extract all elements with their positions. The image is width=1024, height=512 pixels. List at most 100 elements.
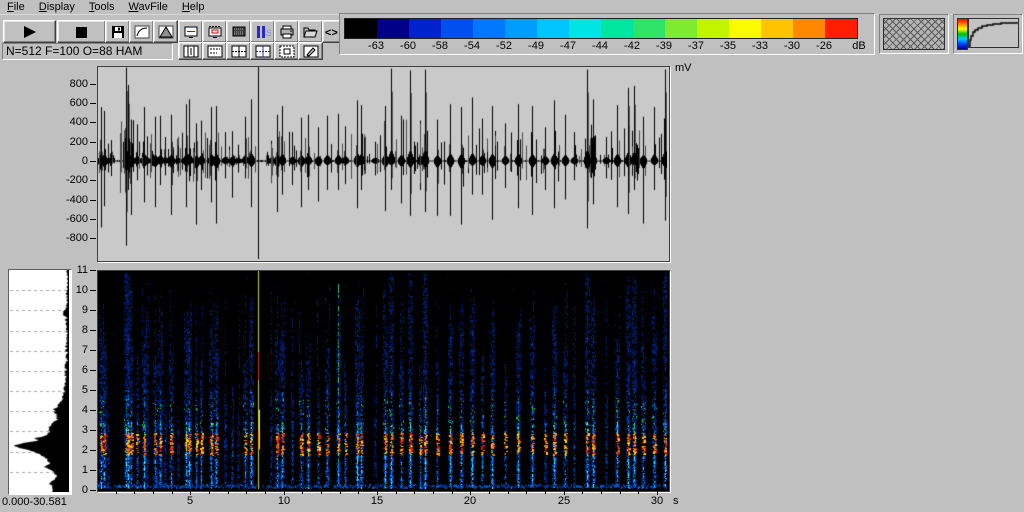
axis-tick <box>582 491 583 494</box>
waveform-tick-label: 800 <box>69 78 88 90</box>
axis-tick <box>90 270 96 271</box>
view-scroll-button[interactable] <box>202 20 227 43</box>
waveform-tick-label: 200 <box>69 136 88 148</box>
view-levels-button[interactable]: S <box>250 20 275 43</box>
axis-tick <box>340 491 341 494</box>
axis-tick <box>228 491 229 494</box>
play-button[interactable] <box>3 20 56 43</box>
axis-tick <box>545 491 546 494</box>
average-spectrum-panel <box>8 269 72 495</box>
layout-panes-button[interactable] <box>178 42 203 60</box>
axis-tick <box>508 491 509 494</box>
waveform-tick-label: 0 <box>81 155 88 167</box>
print-button[interactable] <box>274 20 299 43</box>
menu-help[interactable]: Help <box>175 0 212 14</box>
rainbow-scale-icon <box>957 18 968 50</box>
colorbar-segment <box>825 19 857 38</box>
waveform-tick-label: -800 <box>65 232 88 244</box>
amplitude-colorbar: -63 -60 -58 -54 -52 -49 -47 -44 -42 -39 -37 -35 -33 -… <box>339 13 875 55</box>
colorbar-db-label: -47 <box>560 40 576 52</box>
time-tick-label: 25 <box>557 495 571 507</box>
menu-display[interactable]: Display <box>32 0 82 14</box>
axis-tick <box>90 161 96 162</box>
palette-curve-button[interactable] <box>129 20 154 43</box>
spectrogram-plot <box>98 271 667 489</box>
freq-tick-label: 4 <box>81 404 88 416</box>
play-icon <box>20 25 40 39</box>
menu-wavfile[interactable]: WavFile <box>122 0 175 14</box>
waveform-unit-label: mV <box>675 62 692 74</box>
blue-bars-icon: S <box>255 25 271 39</box>
colorbar-segment <box>409 19 441 38</box>
axis-tick <box>90 122 96 123</box>
axis-tick <box>90 200 96 201</box>
axis-tick <box>90 330 96 331</box>
time-unit-label: s <box>673 495 679 507</box>
time-range-label: 0.000-30.581 <box>2 496 67 508</box>
time-tick-label: 20 <box>463 495 477 507</box>
colorbar-db-label: -42 <box>624 40 640 52</box>
view-texture-button[interactable] <box>226 20 251 43</box>
gamma-curve-icon <box>134 25 150 39</box>
colorbar-segment <box>505 19 537 38</box>
axis-tick <box>116 491 117 494</box>
colorbar-segment <box>473 19 505 38</box>
time-tick-label: 5 <box>186 495 194 507</box>
square-in-square-icon <box>279 45 295 58</box>
colorbar-segment <box>569 19 601 38</box>
palette-transfer-curve <box>968 18 1019 48</box>
waveform-tick-label: -200 <box>65 174 88 186</box>
window-function-button[interactable] <box>153 20 178 43</box>
grid-dashed-icon <box>207 45 223 58</box>
axis-tick <box>90 310 96 311</box>
axis-tick <box>172 491 173 494</box>
view-spectrogram-button[interactable] <box>178 20 203 43</box>
colorbar-db-label: -49 <box>528 40 544 52</box>
layout-dotted-button[interactable] <box>202 42 227 60</box>
colorbar-db-label: -54 <box>464 40 480 52</box>
layout-quad-alt-button[interactable] <box>250 42 275 60</box>
monitor-line-icon <box>183 25 199 39</box>
colorbar-segment <box>793 19 825 38</box>
axis-tick <box>90 290 96 291</box>
axis-tick <box>620 491 621 494</box>
colorbar-db-label: -33 <box>752 40 768 52</box>
axis-tick <box>246 491 247 494</box>
colorbar-db-label: -39 <box>656 40 672 52</box>
axis-tick <box>209 491 210 494</box>
menu-file[interactable]: File <box>0 0 32 14</box>
colorbar-segment <box>537 19 569 38</box>
open-folder-icon <box>302 25 319 39</box>
menu-tools[interactable]: Tools <box>82 0 122 14</box>
axis-tick <box>489 491 490 494</box>
axis-tick <box>90 219 96 220</box>
axis-tick <box>153 491 154 494</box>
time-tick-label: 30 <box>650 495 664 507</box>
stop-button[interactable] <box>57 20 106 43</box>
axis-tick <box>638 491 639 494</box>
freq-tick-label: 2 <box>81 444 88 456</box>
save-button[interactable] <box>105 20 130 43</box>
layout-quad-button[interactable] <box>226 42 251 60</box>
axis-tick <box>265 491 266 494</box>
axis-tick <box>358 491 359 494</box>
freq-tick-label: 8 <box>81 324 88 336</box>
freq-tick-label: 6 <box>81 364 88 376</box>
open-file-button[interactable] <box>298 20 323 43</box>
colorbar-db-label: -26 <box>816 40 832 52</box>
annotate-button[interactable] <box>298 42 323 60</box>
triangle-window-icon <box>158 25 174 39</box>
layout-single-button[interactable] <box>274 42 299 60</box>
axis-tick <box>90 238 96 239</box>
colorbar-gradient <box>344 18 858 39</box>
colorbar-segment <box>441 19 473 38</box>
axis-tick <box>433 491 434 494</box>
colorbar-segment <box>761 19 793 38</box>
stop-icon <box>72 25 92 39</box>
colorbar-db-label: -63 <box>368 40 384 52</box>
colorbar-db-label: -52 <box>496 40 512 52</box>
waveform-tick-label: -400 <box>65 194 88 206</box>
axis-tick <box>302 491 303 494</box>
waveform-panel <box>97 66 670 262</box>
axis-tick <box>90 84 96 85</box>
